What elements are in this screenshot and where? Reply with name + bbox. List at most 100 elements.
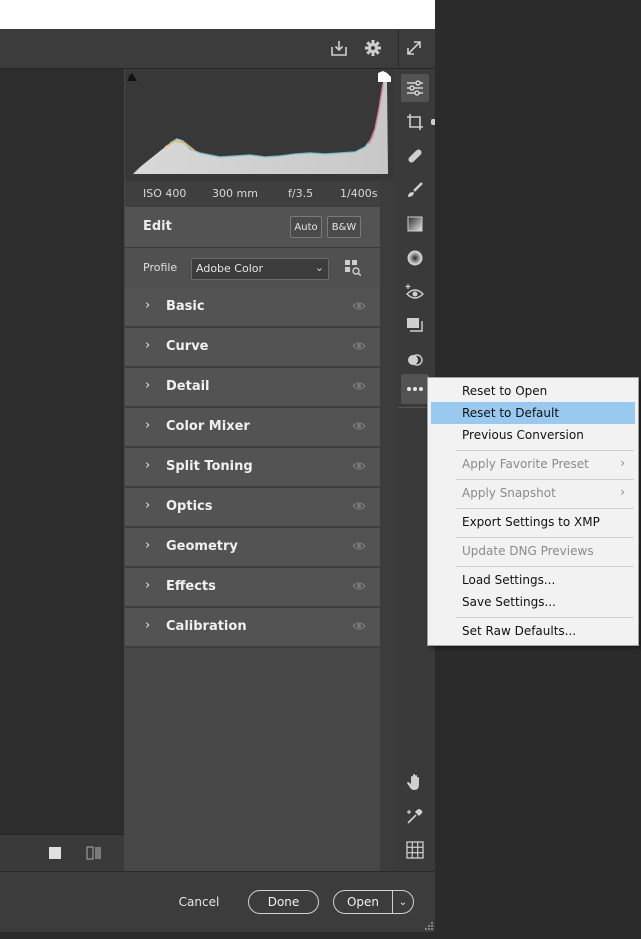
chevron-right-icon: › [145, 418, 151, 433]
chevron-right-icon: › [145, 538, 151, 553]
crop-icon[interactable] [401, 108, 429, 136]
cancel-button[interactable]: Cancel [171, 890, 227, 914]
section-label: Effects [166, 579, 216, 594]
menu-item-load-settings[interactable]: Load Settings... [431, 569, 635, 591]
shadow-clip-icon[interactable] [127, 70, 141, 84]
menu-separator [456, 537, 634, 538]
eyedropper-icon[interactable] [401, 802, 429, 830]
profile-browser-icon[interactable] [345, 260, 362, 277]
section-optics[interactable]: › Optics [125, 488, 380, 528]
eye-icon[interactable] [352, 461, 366, 471]
gear-icon[interactable] [362, 37, 384, 59]
section-label: Basic [166, 299, 205, 314]
focal-length-value: 300 mm [212, 187, 258, 200]
eye-icon[interactable] [352, 381, 366, 391]
radial-gradient-icon[interactable] [401, 244, 429, 272]
profile-label: Profile [143, 261, 178, 274]
eye-icon[interactable] [352, 301, 366, 311]
view-single-icon[interactable] [49, 847, 61, 859]
brush-icon[interactable] [401, 176, 429, 204]
menu-item-apply-favorite-preset: Apply Favorite Preset › [431, 453, 635, 475]
chevron-right-icon: › [145, 458, 151, 473]
context-menu: Reset to Open Reset to Default Previous … [427, 377, 639, 646]
profile-select-value: Adobe Color [196, 262, 264, 275]
menu-separator [456, 566, 634, 567]
section-curve[interactable]: › Curve [125, 328, 380, 368]
dialog-footer: Cancel Done Open ⌄ [0, 871, 435, 932]
section-label: Optics [166, 499, 213, 514]
healing-icon[interactable] [401, 142, 429, 170]
save-image-icon[interactable] [328, 37, 350, 59]
grid-icon[interactable] [401, 836, 429, 864]
eye-icon[interactable] [352, 341, 366, 351]
menu-item-label: Reset to Open [462, 384, 548, 398]
eye-icon[interactable] [352, 621, 366, 631]
section-label: Split Toning [166, 459, 253, 474]
done-button[interactable]: Done [248, 890, 319, 914]
menu-item-previous-conversion[interactable]: Previous Conversion [431, 424, 635, 446]
edit-title: Edit [143, 219, 172, 234]
presets-icon[interactable] [401, 346, 429, 374]
eye-icon[interactable] [352, 581, 366, 591]
open-divider [392, 891, 393, 913]
auto-button[interactable]: Auto [290, 216, 322, 238]
aperture-value: f/3.5 [288, 187, 314, 200]
before-after-icon[interactable] [86, 846, 102, 860]
image-canvas[interactable] [0, 69, 124, 834]
chevron-right-icon: › [145, 618, 151, 633]
menu-item-label: Reset to Default [462, 406, 560, 420]
panel-empty-area [125, 648, 380, 871]
section-split-toning[interactable]: › Split Toning [125, 448, 380, 488]
section-color-mixer[interactable]: › Color Mixer [125, 408, 380, 448]
chevron-right-icon: › [145, 578, 151, 593]
linear-gradient-icon[interactable] [401, 210, 429, 238]
menu-item-reset-to-default[interactable]: Reset to Default [431, 402, 635, 424]
title-strip [0, 0, 435, 29]
menu-separator [456, 479, 634, 480]
section-basic[interactable]: › Basic [125, 288, 380, 328]
iso-value: ISO 400 [143, 187, 187, 200]
histogram [125, 69, 394, 181]
menu-item-save-settings[interactable]: Save Settings... [431, 591, 635, 613]
menu-item-apply-snapshot: Apply Snapshot › [431, 482, 635, 504]
profile-select[interactable]: Adobe Color ⌄ [191, 258, 329, 280]
bw-button[interactable]: B&W [327, 216, 361, 238]
menu-item-label: Previous Conversion [462, 428, 584, 442]
edit-header: Edit Auto B&W [125, 207, 380, 248]
chevron-down-icon: ⌄ [314, 261, 324, 274]
snapshots-icon[interactable] [401, 312, 429, 340]
section-geometry[interactable]: › Geometry [125, 528, 380, 568]
red-eye-icon[interactable] [401, 278, 429, 306]
shutter-speed-value: 1/400s [340, 187, 378, 200]
eye-icon[interactable] [352, 541, 366, 551]
section-label: Curve [166, 339, 209, 354]
menu-item-reset-to-open[interactable]: Reset to Open [431, 380, 635, 402]
open-button-group: Open ⌄ [333, 890, 414, 914]
more-options-icon[interactable] [401, 374, 429, 404]
open-button[interactable]: Open [334, 891, 392, 913]
chevron-right-icon: › [145, 298, 151, 313]
section-calibration[interactable]: › Calibration [125, 608, 380, 648]
edit-sliders-icon[interactable] [401, 74, 429, 102]
hand-icon[interactable] [401, 768, 429, 796]
section-label: Detail [166, 379, 210, 394]
eye-icon[interactable] [352, 501, 366, 511]
chevron-down-icon[interactable]: ⌄ [394, 891, 412, 913]
fullscreen-icon[interactable] [403, 37, 425, 59]
chevron-right-icon: › [145, 378, 151, 393]
panel-scrollbar[interactable] [380, 69, 395, 871]
section-detail[interactable]: › Detail [125, 368, 380, 408]
menu-item-label: Load Settings... [462, 573, 556, 587]
resize-grip-icon[interactable] [424, 920, 434, 930]
section-label: Geometry [166, 539, 238, 554]
menu-item-export-settings-xmp[interactable]: Export Settings to XMP [431, 511, 635, 533]
menu-item-set-raw-defaults[interactable]: Set Raw Defaults... [431, 620, 635, 642]
chevron-right-icon: › [145, 498, 151, 513]
chevron-right-icon: › [145, 338, 151, 353]
menu-item-update-dng-previews: Update DNG Previews [431, 540, 635, 562]
eye-icon[interactable] [352, 421, 366, 431]
section-effects[interactable]: › Effects [125, 568, 380, 608]
menu-separator [456, 508, 634, 509]
highlight-clip-icon[interactable] [377, 70, 391, 84]
camera-info-bar: ISO 400 300 mm f/3.5 1/400s [125, 181, 380, 208]
